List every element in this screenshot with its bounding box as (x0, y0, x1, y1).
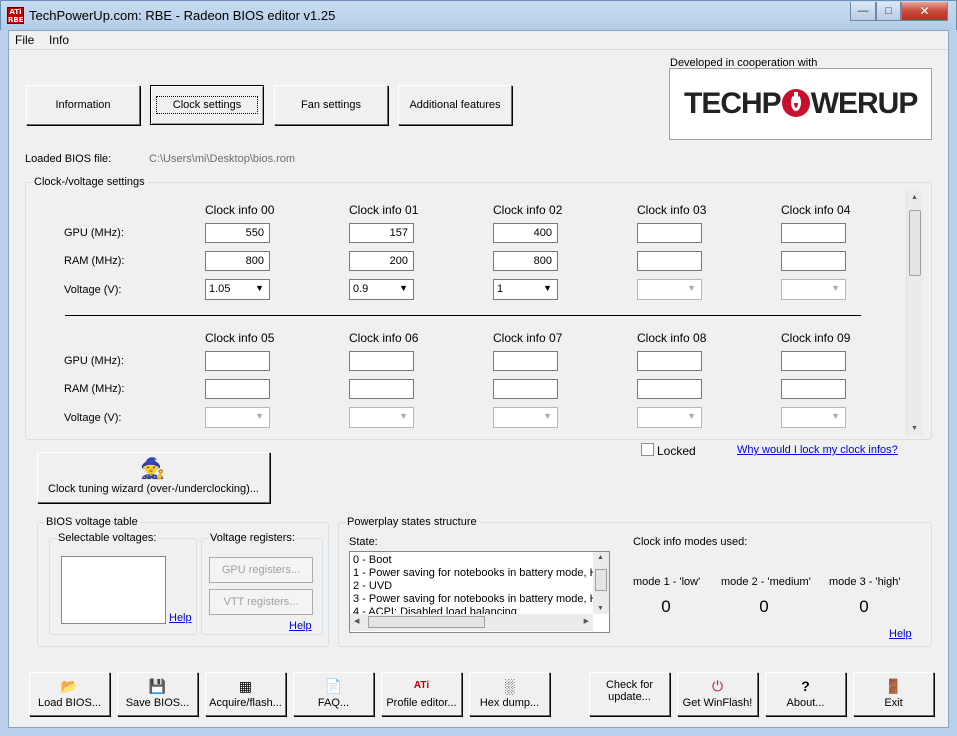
button-label: Get WinFlash! (682, 697, 753, 709)
acquire-flash-button[interactable]: ▦ Acquire/flash... (205, 672, 286, 716)
get-winflash-button[interactable]: ⏻ Get WinFlash! (677, 672, 758, 716)
button-label: Acquire/flash... (209, 697, 282, 709)
close-button[interactable]: ✕ (901, 2, 948, 21)
window-title: TechPowerUp.com: RBE - Radeon BIOS edito… (29, 8, 336, 23)
button-label: Exit (884, 697, 903, 709)
exit-button[interactable]: 🚪 Exit (853, 672, 934, 716)
main-window: File Info Information Clock settings Fan… (8, 30, 949, 728)
about-button[interactable]: ? About... (765, 672, 846, 716)
button-label: Load BIOS... (38, 697, 101, 709)
power-icon: ⏻ (711, 678, 724, 694)
button-label: About... (786, 697, 825, 709)
exit-door-icon: 🚪 (884, 678, 903, 694)
maximize-button[interactable]: □ (876, 2, 901, 21)
chip-icon: ▦ (238, 678, 253, 694)
app-icon[interactable]: ATi RBE (7, 7, 24, 24)
open-folder-icon: 📂 (60, 678, 79, 694)
button-label: Save BIOS... (125, 697, 190, 709)
button-label: Check for update... (605, 679, 654, 703)
hex-icon: ░ (504, 678, 515, 694)
faq-button[interactable]: 📄 FAQ... (293, 672, 374, 716)
check-for-update-button[interactable]: Check for update... (589, 672, 670, 716)
document-icon: 📄 (324, 678, 343, 694)
save-bios-button[interactable]: 💾 Save BIOS... (117, 672, 198, 716)
bottom-toolbar: 📂 Load BIOS... 💾 Save BIOS... ▦ Acquire/flash… (9, 31, 948, 729)
title-bar[interactable]: ATi RBE TechPowerUp.com: RBE - Radeon BIO… (0, 0, 957, 30)
question-icon: ? (801, 678, 810, 694)
minimize-button[interactable]: — (850, 2, 876, 21)
profile-editor-button[interactable]: ATi Profile editor... (381, 672, 462, 716)
floppy-icon: 💾 (148, 678, 167, 694)
ati-logo-icon: ATi (413, 680, 430, 691)
button-label: Hex dump... (479, 697, 540, 709)
button-label: FAQ... (317, 697, 350, 709)
hex-dump-button[interactable]: ░ Hex dump... (469, 672, 550, 716)
button-label: Profile editor... (386, 697, 457, 709)
load-bios-button[interactable]: 📂 Load BIOS... (29, 672, 110, 716)
